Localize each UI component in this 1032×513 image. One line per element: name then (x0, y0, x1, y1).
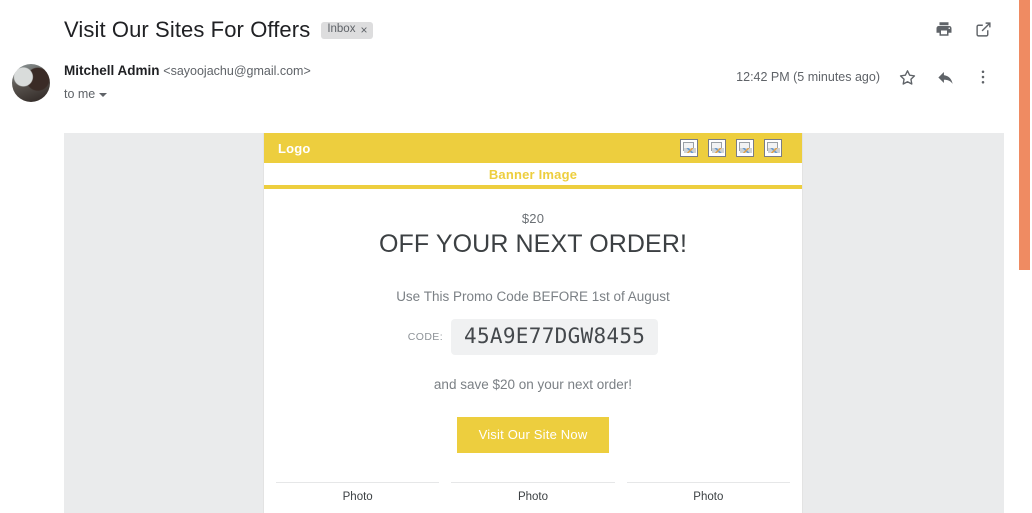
feature-photo-label-2: Photo (517, 491, 549, 503)
broken-image-icon-3[interactable] (736, 139, 754, 157)
label-chip-inbox[interactable]: Inbox × (321, 21, 374, 39)
offer-amount: $20 (521, 211, 545, 226)
feature-columns: Photo Precision engineered Photo Ecologi… (264, 482, 802, 513)
sender-name: Mitchell Admin (64, 63, 160, 78)
promo-code-value[interactable]: 45A9E77DGW8455 (451, 319, 659, 355)
page-scrollbar-track[interactable] (1016, 0, 1032, 513)
recipient-row[interactable]: to me (64, 86, 311, 102)
logo-placeholder: Logo (278, 140, 311, 156)
timestamp: 12:42 PM (5 minutes ago) (736, 70, 880, 84)
promo-code-row: CODE: 45A9E77DGW8455 (284, 319, 782, 355)
feature-photo-label-3: Photo (693, 491, 724, 503)
cta-wrapper: Visit Our Site Now (284, 417, 782, 453)
feature-column-1: Photo Precision engineered (276, 482, 440, 513)
page-title: Visit Our Sites For Offers (64, 17, 311, 42)
star-icon[interactable] (896, 66, 918, 88)
print-icon[interactable] (933, 18, 955, 40)
chevron-down-icon[interactable] (99, 93, 108, 97)
broken-image-icon-4[interactable] (764, 139, 782, 157)
broken-image-icon-2[interactable] (708, 139, 726, 157)
visit-site-button[interactable]: Visit Our Site Now (456, 417, 610, 453)
sender-email[interactable]: <sayoojachu@gmail.com> (163, 64, 311, 78)
feature-column-3: Photo Greatly suits any need (626, 482, 790, 513)
banner-section: Banner Image (264, 163, 802, 189)
feature-column-2: Photo Ecologically sustainable (451, 482, 615, 513)
close-icon[interactable]: × (360, 24, 367, 36)
promo-code-label: CODE: (407, 331, 444, 343)
offer-save-text: and save $20 on your next order! (433, 377, 633, 392)
message-body-canvas: Logo Banner Image $20 OFF YOUR NEXT ORDE… (64, 133, 1004, 513)
avatar (12, 64, 50, 102)
promotional-email: Logo Banner Image $20 OFF YOUR NEXT ORDE… (263, 133, 803, 513)
broken-image-icon-1[interactable] (680, 139, 698, 157)
header-actions (933, 18, 994, 40)
banner-placeholder-text: Banner Image (488, 167, 578, 182)
offer-section: $20 OFF YOUR NEXT ORDER! Use This Promo … (264, 189, 802, 463)
sender-line: Mitchell Admin <sayoojachu@gmail.com> (64, 62, 311, 80)
broken-image-group (680, 139, 782, 157)
reply-icon[interactable] (934, 66, 956, 88)
label-chip-text: Inbox (327, 22, 356, 35)
message-meta-actions: 12:42 PM (5 minutes ago) (736, 66, 994, 88)
gmail-message-view: Visit Our Sites For Offers Inbox × Mitch… (0, 0, 1032, 513)
message-header: Visit Our Sites For Offers Inbox × Mitch… (0, 0, 1016, 133)
offer-subtext: Use This Promo Code BEFORE 1st of August (396, 289, 670, 304)
feature-photo-label-1: Photo (342, 491, 373, 503)
sender-meta: Mitchell Admin <sayoojachu@gmail.com> to… (64, 62, 311, 102)
page-scrollbar-thumb[interactable] (1019, 0, 1030, 270)
open-in-new-icon[interactable] (972, 18, 994, 40)
offer-headline: OFF YOUR NEXT ORDER! (378, 230, 688, 258)
subject-row: Visit Our Sites For Offers Inbox × (64, 17, 374, 43)
recipient-label: to me (64, 87, 96, 101)
email-logo-band: Logo (264, 133, 802, 163)
more-vert-icon[interactable] (972, 66, 994, 88)
